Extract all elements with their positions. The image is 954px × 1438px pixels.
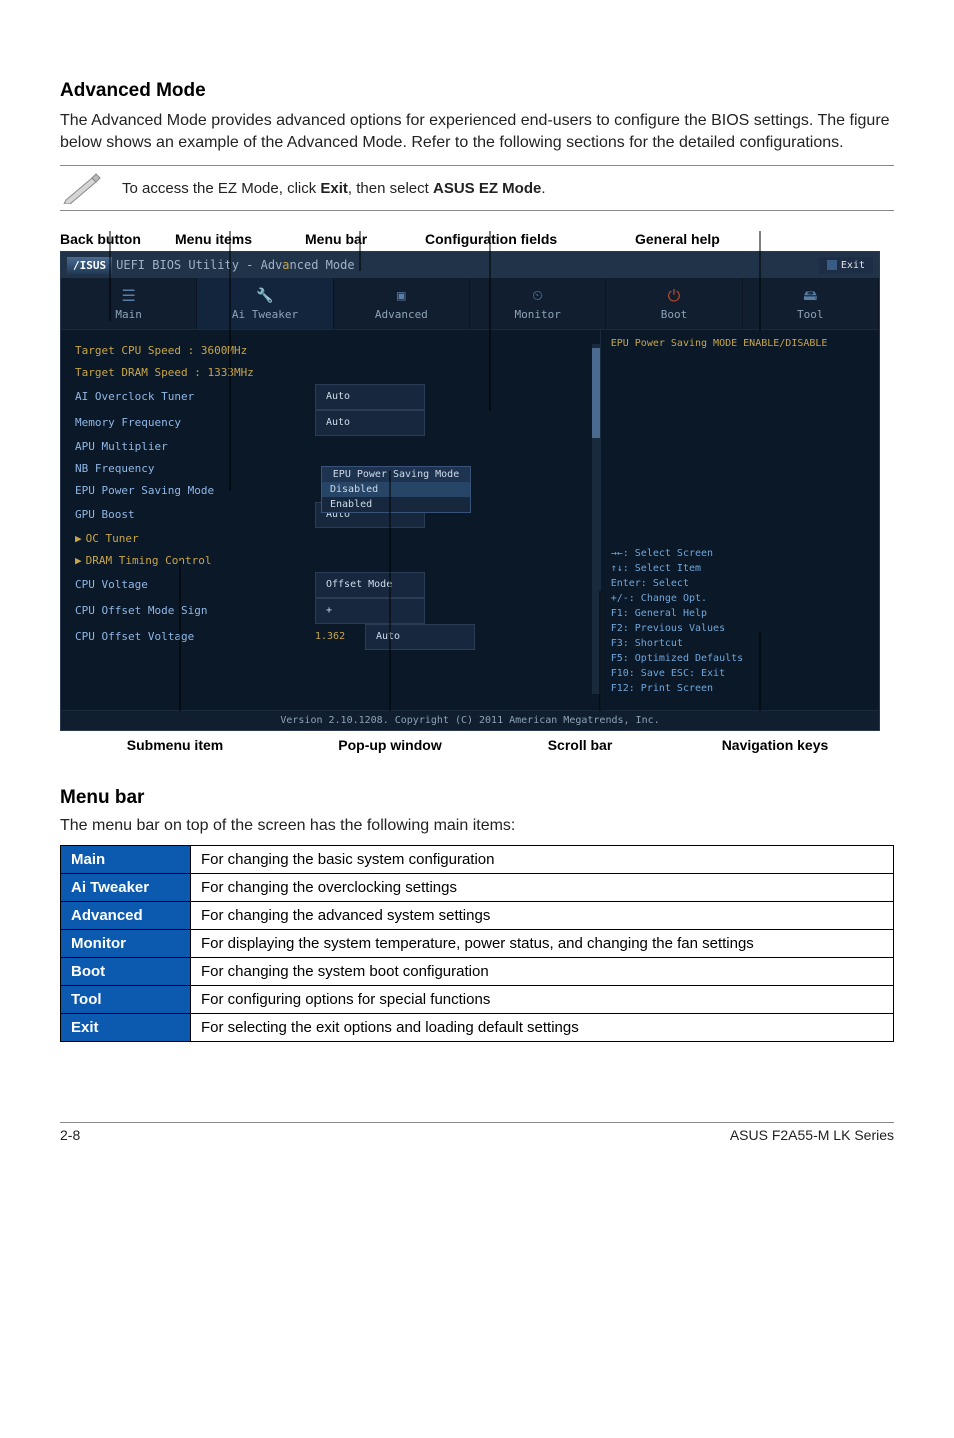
submenu-oc-tuner[interactable]: ▶OC Tuner xyxy=(75,528,590,550)
cell-monitor: Monitor xyxy=(61,930,191,958)
popup-option-disabled[interactable]: Disabled xyxy=(322,482,470,497)
chip-icon: ▣ xyxy=(390,288,412,304)
label-submenu-item: Submenu item xyxy=(60,737,290,753)
cell-tool: Tool xyxy=(61,986,191,1014)
setting-overclock-tuner[interactable]: AI Overclock Tuner xyxy=(75,386,315,408)
bottom-callout-labels: Submenu item Pop-up window Scroll bar Na… xyxy=(60,737,894,753)
tab-boot[interactable]: ⏻Boot xyxy=(606,278,742,329)
menubar-table: MainFor changing the basic system config… xyxy=(60,845,894,1042)
page-number: 2-8 xyxy=(60,1127,80,1143)
cell-boot-desc: For changing the system boot configurati… xyxy=(191,958,894,986)
cell-main: Main xyxy=(61,846,191,874)
cell-tool-desc: For configuring options for special func… xyxy=(191,986,894,1014)
chevron-right-icon: ▶ xyxy=(75,532,82,545)
table-row: MonitorFor displaying the system tempera… xyxy=(61,930,894,958)
label-menu-bar: Menu bar xyxy=(305,231,425,247)
label-scroll-bar: Scroll bar xyxy=(490,737,670,753)
pencil-icon xyxy=(60,170,104,206)
tab-tool[interactable]: 🖴Tool xyxy=(743,278,879,329)
bios-title: UEFI BIOS Utility - Advanced Mode xyxy=(116,258,354,272)
popup-option-enabled[interactable]: Enabled xyxy=(322,497,470,512)
table-row: AdvancedFor changing the advanced system… xyxy=(61,902,894,930)
cell-advanced: Advanced xyxy=(61,902,191,930)
power-icon: ⏻ xyxy=(663,288,685,304)
cell-boot: Boot xyxy=(61,958,191,986)
label-popup-window: Pop-up window xyxy=(290,737,490,753)
cell-tweaker: Ai Tweaker xyxy=(61,874,191,902)
label-menu-items: Menu items xyxy=(175,231,305,247)
value-memory-frequency[interactable]: Auto xyxy=(315,410,425,436)
table-row: MainFor changing the basic system config… xyxy=(61,846,894,874)
list-icon: ☰ xyxy=(118,288,140,304)
note-box: To access the EZ Mode, click Exit, then … xyxy=(60,165,894,211)
product-name: ASUS F2A55-M LK Series xyxy=(730,1127,894,1143)
table-row: ToolFor configuring options for special … xyxy=(61,986,894,1014)
bios-footer: Version 2.10.1208. Copyright (C) 2011 Am… xyxy=(61,710,879,730)
value-offset-voltage-num: 1.362 xyxy=(315,626,365,648)
intro-paragraph: The Advanced Mode provides advanced opti… xyxy=(60,110,894,153)
label-config-fields: Configuration fields xyxy=(425,231,635,247)
setting-memory-frequency[interactable]: Memory Frequency xyxy=(75,412,315,434)
value-cpu-voltage[interactable]: Offset Mode xyxy=(315,572,425,598)
popup-title: EPU Power Saving Mode xyxy=(322,467,470,482)
value-overclock-tuner[interactable]: Auto xyxy=(315,384,425,410)
table-row: BootFor changing the system boot configu… xyxy=(61,958,894,986)
label-back-button: Back button xyxy=(60,231,175,247)
submenu-dram-timing[interactable]: ▶DRAM Timing Control xyxy=(75,550,590,572)
cell-exit: Exit xyxy=(61,1014,191,1042)
tab-monitor[interactable]: ⏲Monitor xyxy=(470,278,606,329)
cell-monitor-desc: For displaying the system temperature, p… xyxy=(191,930,894,958)
tab-advanced[interactable]: ▣Advanced xyxy=(334,278,470,329)
table-row: Ai TweakerFor changing the overclocking … xyxy=(61,874,894,902)
label-navigation-keys: Navigation keys xyxy=(670,737,880,753)
exit-button[interactable]: Exit xyxy=(819,257,873,274)
setting-target-cpu: Target CPU Speed : 3600MHz xyxy=(75,340,315,362)
setting-nb-frequency[interactable]: NB Frequency xyxy=(75,458,315,480)
page-footer: 2-8 ASUS F2A55-M LK Series xyxy=(60,1122,894,1143)
tab-main[interactable]: ☰Main xyxy=(61,278,197,329)
asus-logo: /ISUS xyxy=(67,257,112,274)
table-row: ExitFor selecting the exit options and l… xyxy=(61,1014,894,1042)
heading-menu-bar: Menu bar xyxy=(60,787,894,809)
cell-advanced-desc: For changing the advanced system setting… xyxy=(191,902,894,930)
note-text: To access the EZ Mode, click Exit, then … xyxy=(122,178,546,199)
tab-ai-tweaker[interactable]: 🔧Ai Tweaker xyxy=(197,278,333,329)
chevron-right-icon: ▶ xyxy=(75,554,82,567)
exit-icon xyxy=(827,260,837,270)
setting-epu-mode[interactable]: EPU Power Saving Mode xyxy=(75,480,315,502)
setting-offset-sign[interactable]: CPU Offset Mode Sign xyxy=(75,600,315,622)
value-offset-voltage[interactable]: Auto xyxy=(365,624,475,650)
label-general-help: General help xyxy=(635,231,785,247)
monitor-icon: ⏲ xyxy=(527,288,549,304)
cell-tweaker-desc: For changing the overclocking settings xyxy=(191,874,894,902)
cell-main-desc: For changing the basic system configurat… xyxy=(191,846,894,874)
menubar-intro: The menu bar on top of the screen has th… xyxy=(60,817,894,835)
navigation-keys: →←: Select Screen ↑↓: Select Item Enter:… xyxy=(601,536,879,710)
setting-offset-voltage[interactable]: CPU Offset Voltage xyxy=(75,626,315,648)
bios-screenshot: /ISUS UEFI BIOS Utility - Advanced Mode … xyxy=(60,251,880,731)
general-help-text: EPU Power Saving MODE ENABLE/DISABLE xyxy=(601,330,879,536)
scroll-bar[interactable] xyxy=(592,344,602,694)
heading-advanced-mode: Advanced Mode xyxy=(60,80,894,102)
setting-gpu-boost[interactable]: GPU Boost xyxy=(75,504,315,526)
wrench-icon: 🔧 xyxy=(254,288,276,304)
popup-window: EPU Power Saving Mode Disabled Enabled xyxy=(321,466,471,513)
setting-cpu-voltage[interactable]: CPU Voltage xyxy=(75,574,315,596)
cell-exit-desc: For selecting the exit options and loadi… xyxy=(191,1014,894,1042)
setting-apu-multiplier[interactable]: APU Multiplier xyxy=(75,436,315,458)
tool-icon: 🖴 xyxy=(799,288,821,304)
top-callout-labels: Back button Menu items Menu bar Configur… xyxy=(60,231,894,247)
bios-tab-bar: ☰Main 🔧Ai Tweaker ▣Advanced ⏲Monitor ⏻Bo… xyxy=(61,278,879,330)
value-offset-sign[interactable]: + xyxy=(315,598,425,624)
setting-target-dram: Target DRAM Speed : 1333MHz xyxy=(75,362,315,384)
